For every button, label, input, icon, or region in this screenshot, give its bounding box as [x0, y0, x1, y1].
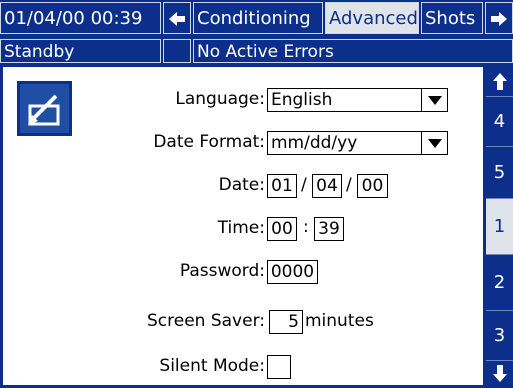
datetime-display: 01/04/00 00:39: [0, 2, 161, 34]
status-errors: No Active Errors: [193, 39, 513, 63]
side-tab-1[interactable]: 1: [486, 199, 513, 255]
time-hour-field[interactable]: 00: [267, 217, 297, 241]
date-day-field[interactable]: 04: [312, 174, 342, 198]
date-format-label: Date Format:: [153, 132, 265, 152]
status-indicator: [163, 39, 191, 63]
language-dropdown-button[interactable]: [421, 88, 447, 112]
screen-saver-label: Screen Saver:: [147, 311, 265, 331]
screen-saver-field[interactable]: 5: [269, 310, 303, 334]
nav-left-button[interactable]: [163, 2, 191, 34]
date-format-dropdown[interactable]: mm/dd/yy: [267, 131, 448, 155]
arrow-down-icon: [492, 365, 507, 382]
silent-mode-label: Silent Mode:: [159, 356, 265, 376]
date-format-value: mm/dd/yy: [271, 133, 358, 153]
side-tab-5[interactable]: 5: [486, 147, 513, 199]
arrow-right-icon: [491, 12, 507, 26]
date-month-field[interactable]: 01: [267, 174, 297, 198]
side-tab-3[interactable]: 3: [486, 311, 513, 361]
scroll-down-button[interactable]: [486, 361, 513, 385]
language-value: English: [271, 90, 333, 110]
time-minute-field[interactable]: 39: [314, 217, 344, 241]
status-bar: Standby No Active Errors: [0, 38, 513, 64]
setup-panel: Language: English Date Format: mm/dd/yy …: [3, 67, 483, 385]
date-separator: /: [346, 175, 352, 195]
side-nav: 4 5 1 2 3: [486, 67, 513, 385]
tab-advanced[interactable]: Advanced: [325, 2, 419, 34]
nav-right-button[interactable]: [485, 2, 513, 34]
edit-mode-button[interactable]: [17, 81, 72, 136]
language-label: Language:: [175, 89, 265, 109]
date-format-dropdown-button[interactable]: [421, 131, 447, 155]
scroll-up-button[interactable]: [486, 67, 513, 97]
tab-shots[interactable]: Shots: [421, 2, 483, 34]
password-field[interactable]: 0000: [267, 260, 318, 284]
side-tab-2[interactable]: 2: [486, 255, 513, 311]
edit-pencil-icon: [28, 94, 60, 126]
time-label: Time:: [217, 218, 265, 238]
password-label: Password:: [179, 261, 265, 281]
status-mode: Standby: [0, 39, 161, 63]
screen-saver-unit: minutes: [305, 311, 374, 331]
arrow-up-icon: [492, 73, 507, 90]
arrow-left-icon: [169, 12, 185, 26]
chevron-down-icon: [428, 139, 442, 148]
tab-conditioning[interactable]: Conditioning: [193, 2, 323, 34]
top-bar: 01/04/00 00:39 Conditioning Advanced Sho…: [0, 0, 513, 36]
chevron-down-icon: [428, 96, 442, 105]
silent-mode-checkbox[interactable]: [267, 355, 291, 379]
side-tab-4[interactable]: 4: [486, 97, 513, 147]
date-label: Date:: [218, 175, 265, 195]
date-year-field[interactable]: 00: [357, 174, 388, 198]
date-separator: /: [301, 175, 307, 195]
language-dropdown[interactable]: English: [267, 88, 448, 112]
time-separator: :: [303, 217, 309, 237]
